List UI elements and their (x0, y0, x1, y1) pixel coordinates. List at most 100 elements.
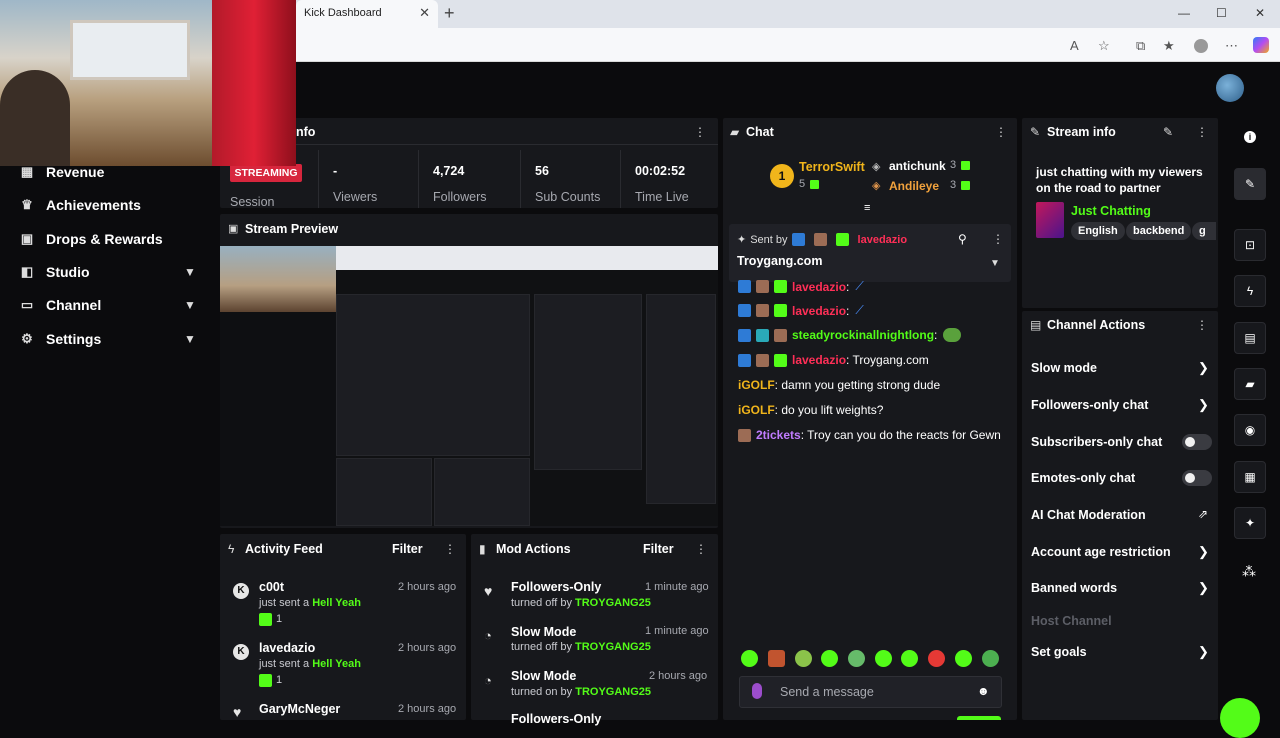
gifter-name[interactable]: Andileye (889, 179, 939, 193)
emote-icon: ⟋ (855, 303, 864, 317)
mod-action-time: 1 minute ago (645, 581, 709, 593)
more-options-icon[interactable]: ⋮ (1196, 318, 1208, 332)
chat-send-button[interactable] (957, 716, 1001, 720)
sidebar-item-channel[interactable]: ▭ Channel ▼ (18, 293, 208, 317)
chat-message: iGOLF: do you lift weights? (738, 403, 884, 417)
action-followers-only[interactable]: Followers-only chat (1031, 398, 1148, 412)
action-ai-moderation[interactable]: AI Chat Moderation (1031, 508, 1146, 522)
emote-icon[interactable] (795, 650, 812, 667)
gifter-name[interactable]: antichunk (889, 159, 946, 173)
clip-button[interactable]: ⊡ (1234, 229, 1266, 261)
profile-icon[interactable] (1194, 39, 1208, 53)
feed-time: 2 hours ago (398, 581, 457, 593)
emote-icon[interactable] (768, 650, 785, 667)
more-options-icon[interactable]: ⋮ (695, 542, 707, 556)
info-icon[interactable]: i (1244, 131, 1256, 143)
favorite-star-icon[interactable]: ☆ (1098, 38, 1110, 54)
raid-button[interactable]: ϟ (1234, 275, 1266, 307)
mod-action-time: 1 minute ago (645, 625, 709, 637)
edit-layout-button[interactable]: ✎ (1234, 168, 1266, 200)
pin-icon[interactable]: ⚲ (958, 232, 967, 246)
more-options-icon[interactable]: ⋮ (992, 232, 1004, 246)
chat-popout-button[interactable]: ▰ (1234, 368, 1266, 400)
browser-tab[interactable]: Kick Dashboard ✕ (296, 0, 438, 28)
notes-button[interactable]: ▤ (1234, 322, 1266, 354)
emoji-icon[interactable]: ☻ (977, 684, 990, 698)
new-tab-button[interactable]: + (444, 3, 455, 24)
mod-filter-button[interactable]: Filter (643, 542, 674, 556)
more-menu-icon[interactable]: ⋯ (1225, 38, 1238, 54)
broadcast-button[interactable]: ◉ (1234, 414, 1266, 446)
more-options-icon[interactable]: ⋮ (1196, 125, 1208, 139)
layout-button[interactable]: ▦ (1234, 461, 1266, 493)
action-emotes-only[interactable]: Emotes-only chat (1031, 471, 1135, 485)
chat-bubble-icon: ▰ (730, 125, 740, 139)
emote-icon[interactable] (982, 650, 999, 667)
more-options-icon[interactable]: ⋮ (444, 542, 456, 556)
microphone-icon[interactable] (752, 683, 762, 699)
feed-user[interactable]: GaryMcNeger (259, 702, 340, 716)
chevron-right-icon[interactable]: ❯ (1198, 580, 1209, 596)
more-options-icon[interactable]: ⋮ (694, 125, 706, 139)
chevron-right-icon[interactable]: ❯ (1198, 644, 1209, 660)
favorites-icon[interactable]: ★ (1163, 38, 1175, 54)
category-name[interactable]: Just Chatting (1071, 204, 1151, 218)
feed-count: 1 (276, 613, 283, 625)
minimize-button[interactable]: — (1178, 6, 1190, 20)
user-avatar[interactable] (1216, 74, 1244, 102)
emote-icon[interactable] (928, 650, 945, 667)
read-aloud-icon[interactable]: A (1070, 38, 1079, 53)
chevron-right-icon[interactable]: ❯ (1198, 397, 1209, 413)
chat-message: 2tickets: Troy can you do the reacts for… (738, 428, 1001, 442)
more-options-icon[interactable]: ⋮ (995, 125, 1007, 139)
sidebar-item-drops-rewards[interactable]: ▣ Drops & Rewards (18, 227, 163, 251)
subscriber-badge-icon (774, 280, 787, 293)
help-fab-button[interactable] (1220, 698, 1260, 738)
stat-value: - (333, 164, 338, 178)
stream-preview-video[interactable] (220, 246, 718, 526)
copilot-icon[interactable] (1253, 37, 1269, 53)
edit-icon[interactable]: ✎ (1163, 125, 1173, 139)
action-banned-words[interactable]: Banned words (1031, 581, 1117, 595)
external-link-icon[interactable]: ⇗ (1198, 507, 1208, 521)
chevron-right-icon[interactable]: ❯ (1198, 360, 1209, 376)
action-slow-mode[interactable]: Slow mode (1031, 361, 1097, 375)
emote-icon[interactable] (848, 650, 865, 667)
emote-icon[interactable] (955, 650, 972, 667)
sidebar-item-achievements[interactable]: ♛ Achievements (18, 193, 141, 217)
emote-icon[interactable] (901, 650, 918, 667)
tools-button[interactable]: ✦ (1234, 507, 1266, 539)
action-set-goals[interactable]: Set goals (1031, 645, 1087, 659)
emote-icon[interactable] (875, 650, 892, 667)
action-subscribers-only[interactable]: Subscribers-only chat (1031, 435, 1162, 449)
feed-user[interactable]: lavedazio (259, 641, 315, 655)
emotes-only-toggle[interactable] (1182, 470, 1212, 486)
activity-filter-button[interactable]: Filter (392, 542, 423, 556)
chat-message: lavedazio: ⟋ (738, 279, 864, 294)
sidebar-item-settings[interactable]: ⚙ Settings ▼ (18, 327, 208, 351)
stat-value: 00:02:52 (635, 164, 686, 178)
stat-label: Viewers (333, 190, 378, 204)
collapse-icon[interactable]: ≡ (864, 202, 870, 214)
top-gifter-name[interactable]: TerrorSwift (799, 160, 865, 174)
sidebar-item-studio[interactable]: ◧ Studio ▼ (18, 260, 208, 284)
maximize-button[interactable]: ☐ (1216, 6, 1227, 20)
chevron-down-icon[interactable]: ▼ (990, 258, 1000, 269)
close-tab-icon[interactable]: ✕ (419, 5, 430, 21)
stat-label: Sub Counts (535, 190, 601, 204)
chat-title: Chat (746, 125, 774, 139)
preview-icon: ▣ (228, 223, 239, 235)
chevron-right-icon[interactable]: ❯ (1198, 544, 1209, 560)
close-window-button[interactable]: ✕ (1255, 6, 1265, 20)
action-account-age[interactable]: Account age restriction (1031, 545, 1171, 559)
subscribers-only-toggle[interactable] (1182, 434, 1212, 450)
emote-icon[interactable] (741, 650, 758, 667)
tag: g (1192, 222, 1216, 240)
feed-user[interactable]: c00t (259, 580, 284, 594)
rank-three-icon: ◈ (872, 180, 881, 192)
extensions-icon[interactable]: ⧉ (1136, 38, 1145, 54)
sidebar-item-label: Drops & Rewards (46, 231, 163, 247)
subscriber-badge-icon (835, 233, 849, 246)
emote-icon[interactable] (821, 650, 838, 667)
integrations-icon[interactable]: ⁂ (1242, 563, 1256, 580)
